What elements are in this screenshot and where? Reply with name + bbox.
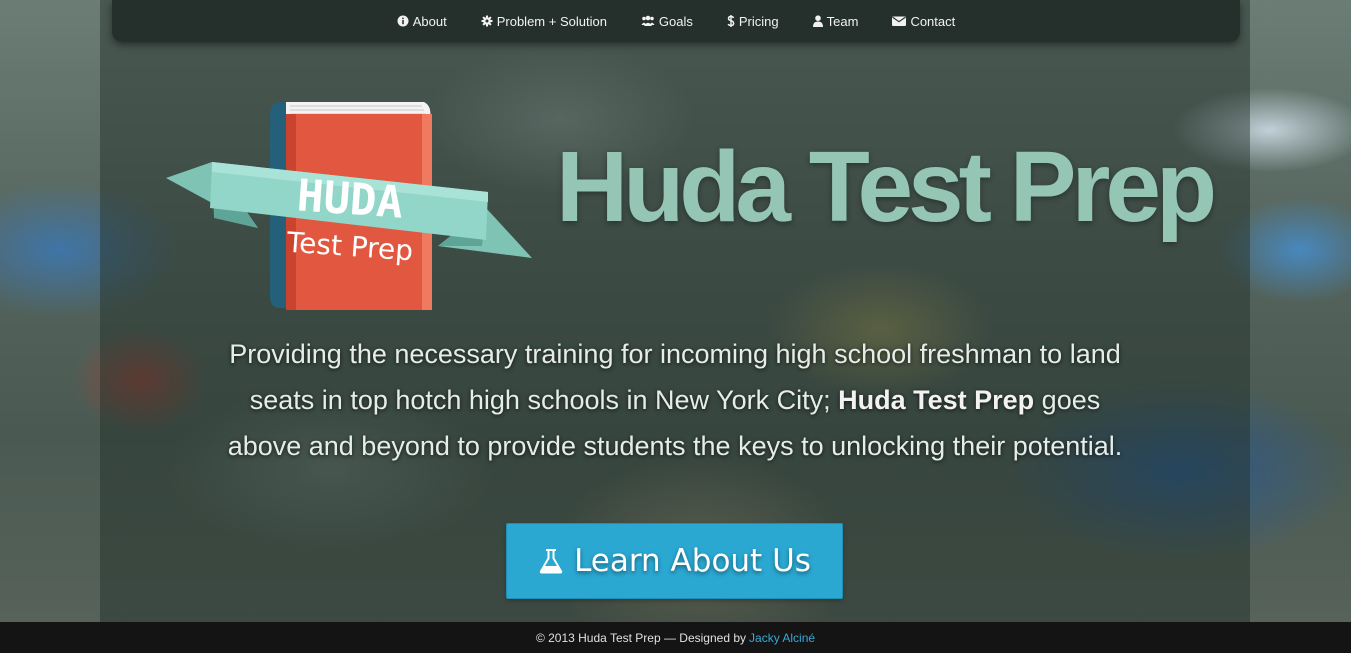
footer-copyright: © 2013 Huda Test Prep — Designed by	[535, 630, 747, 645]
tagline-brand: Huda Test Prep	[838, 385, 1035, 415]
users-icon	[641, 15, 655, 26]
nav-item-problem-solution[interactable]: Problem + Solution	[481, 14, 607, 29]
nav-item-team[interactable]: Team	[812, 13, 859, 29]
nav-label: About	[412, 13, 447, 29]
cta-label: Learn About Us	[574, 543, 811, 579]
top-navbar: About Problem + Solution Goals Pricing T…	[112, 0, 1240, 42]
logo-word-huda: HUDA	[295, 170, 404, 228]
gear-icon	[481, 15, 493, 27]
designer-link[interactable]: Jacky Alciné	[749, 631, 815, 645]
user-icon	[812, 15, 823, 27]
flask-icon	[539, 549, 563, 574]
page-title: Huda Test Prep	[556, 131, 1217, 243]
envelope-icon	[892, 16, 907, 26]
book-logo: HUDA Test Prep	[162, 96, 537, 314]
nav-label: Contact	[910, 13, 956, 29]
dollar-icon	[727, 15, 735, 27]
learn-about-us-button[interactable]: Learn About Us	[506, 523, 843, 599]
nav-label: Pricing	[738, 13, 779, 29]
nav-item-contact[interactable]: Contact	[892, 14, 955, 29]
nav-item-goals[interactable]: Goals	[641, 14, 693, 29]
nav-item-pricing[interactable]: Pricing	[727, 14, 779, 29]
info-circle-icon	[397, 15, 409, 27]
nav-label: Team	[826, 13, 859, 29]
page-footer: © 2013 Huda Test Prep — Designed by Jack…	[0, 622, 1351, 653]
hero-tagline: Providing the necessary training for inc…	[225, 331, 1125, 469]
nav-label: Goals	[658, 13, 693, 29]
nav-label: Problem + Solution	[496, 13, 607, 29]
nav-item-about[interactable]: About	[397, 14, 447, 29]
